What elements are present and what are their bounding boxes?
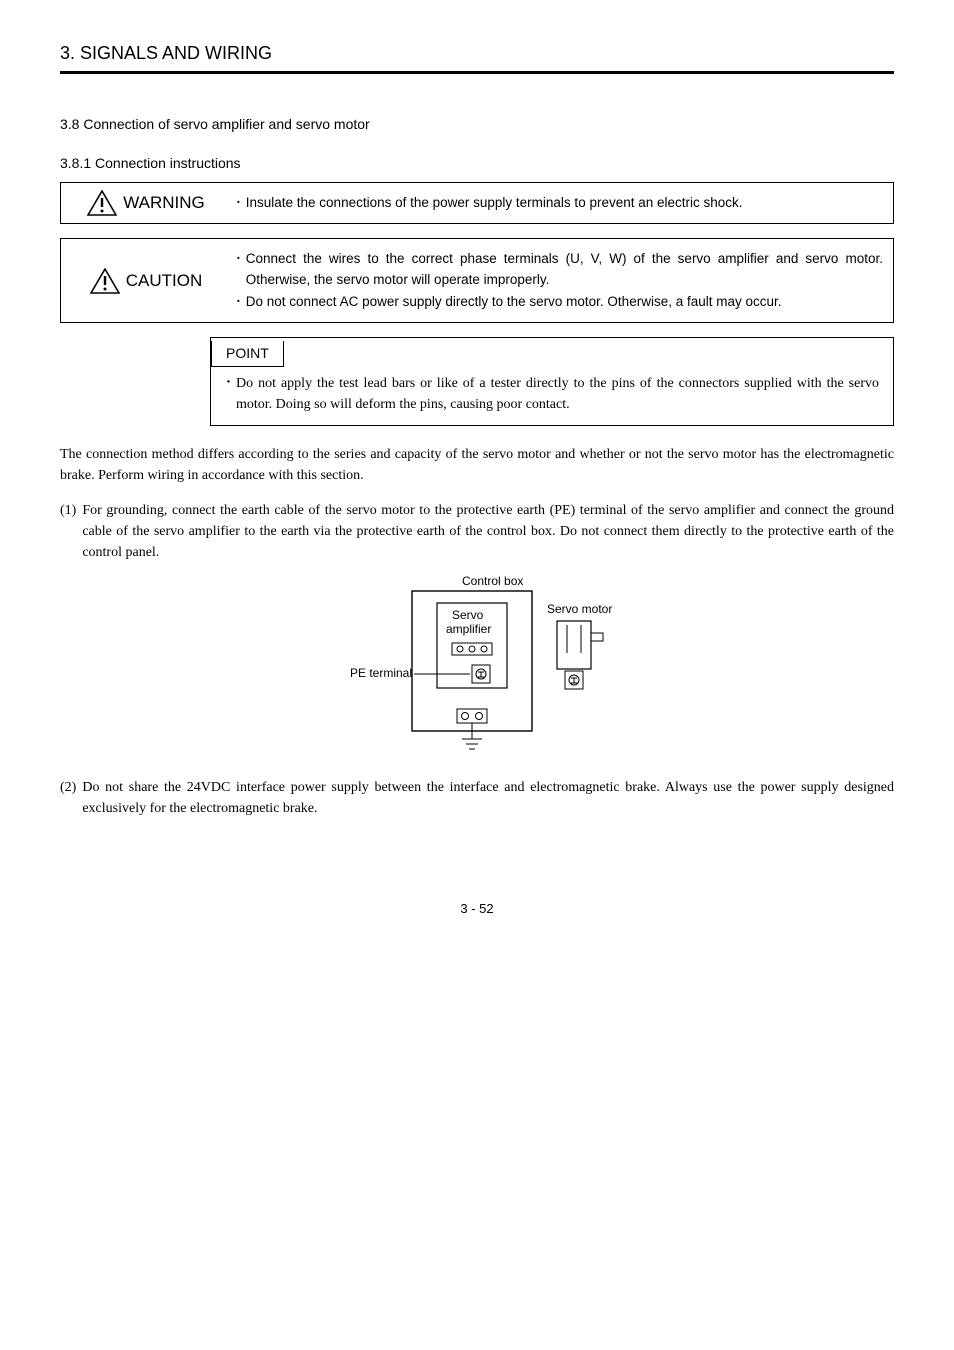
bullet-dot-icon: ･ (225, 373, 232, 415)
diagram: Control box Servo amplifier PE terminal … (60, 573, 894, 763)
diagram-servo-amplifier-label-1: Servo (452, 608, 484, 622)
diagram-control-box-label: Control box (462, 574, 523, 588)
section-subheading: 3.8.1 Connection instructions (60, 153, 894, 174)
paragraph-text: For grounding, connect the earth cable o… (82, 500, 894, 563)
numbered-paragraph-1: (1) For grounding, connect the earth cab… (60, 500, 894, 563)
caution-item-text: Connect the wires to the correct phase t… (246, 249, 883, 290)
point-box: POINT ･ Do not apply the test lead bars … (210, 337, 894, 426)
point-item: ･ Do not apply the test lead bars or lik… (225, 373, 879, 415)
warning-triangle-icon (87, 190, 117, 216)
warning-item: ･ Insulate the connections of the power … (235, 193, 883, 213)
warning-label-cell: WARNING (61, 183, 231, 223)
paragraph-number: (1) (60, 500, 76, 563)
bullet-dot-icon: ･ (235, 292, 242, 312)
paragraph-number: (2) (60, 777, 76, 819)
page-header: 3. SIGNALS AND WIRING (60, 40, 894, 74)
diagram-servo-amplifier-label-2: amplifier (446, 622, 491, 636)
caution-label-cell: CAUTION (61, 239, 231, 322)
warning-label-text: WARNING (123, 190, 205, 216)
diagram-servo-motor-label: Servo motor (547, 602, 612, 616)
bullet-dot-icon: ･ (235, 193, 242, 213)
diagram-pe-terminal-label: PE terminal (350, 666, 412, 680)
intro-paragraph: The connection method differs according … (60, 444, 894, 486)
caution-body: ･ Connect the wires to the correct phase… (231, 239, 893, 322)
caution-box: CAUTION ･ Connect the wires to the corre… (60, 238, 894, 323)
caution-item: ･ Connect the wires to the correct phase… (235, 249, 883, 290)
caution-label-text: CAUTION (126, 268, 203, 294)
caution-item: ･ Do not connect AC power supply directl… (235, 292, 883, 312)
control-box-diagram: Control box Servo amplifier PE terminal … (312, 573, 642, 763)
bullet-dot-icon: ･ (235, 249, 242, 290)
point-body: ･ Do not apply the test lead bars or lik… (225, 373, 879, 415)
page-title: 3. SIGNALS AND WIRING (60, 40, 894, 67)
page-number: 3 - 52 (60, 899, 894, 919)
warning-body: ･ Insulate the connections of the power … (231, 183, 893, 223)
point-item-text: Do not apply the test lead bars or like … (236, 373, 879, 415)
numbered-paragraph-2: (2) Do not share the 24VDC interface pow… (60, 777, 894, 819)
point-label: POINT (211, 341, 284, 367)
section-heading: 3.8 Connection of servo amplifier and se… (60, 114, 894, 135)
warning-box: WARNING ･ Insulate the connections of th… (60, 182, 894, 224)
caution-triangle-icon (90, 268, 120, 294)
paragraph-text: Do not share the 24VDC interface power s… (82, 777, 894, 819)
warning-item-text: Insulate the connections of the power su… (246, 193, 743, 213)
caution-item-text: Do not connect AC power supply directly … (246, 292, 782, 312)
